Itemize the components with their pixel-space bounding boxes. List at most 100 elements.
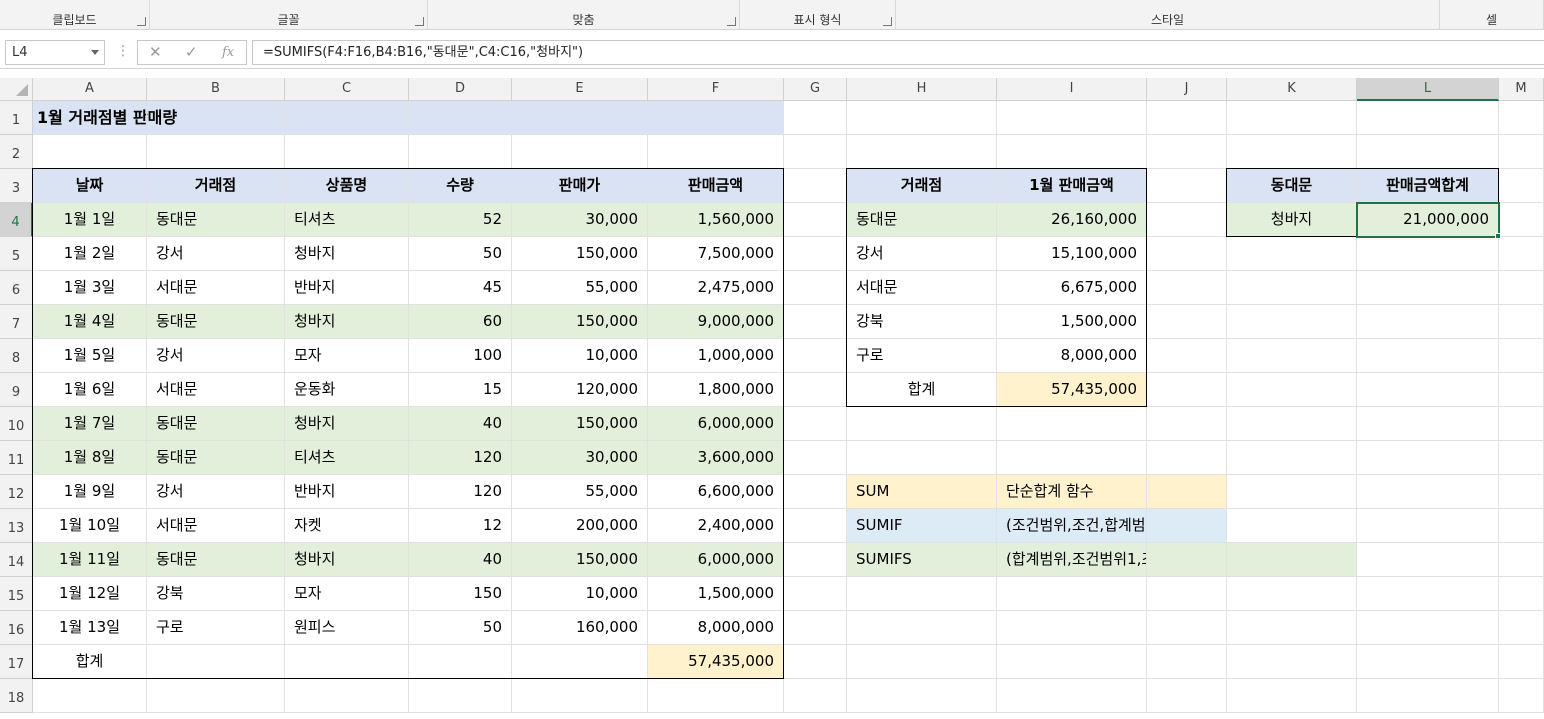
cell-c14[interactable]: 청바지 bbox=[285, 543, 409, 577]
cell-d4[interactable]: 52 bbox=[409, 203, 512, 237]
cell-d8[interactable]: 100 bbox=[409, 339, 512, 373]
cell-c10[interactable]: 청바지 bbox=[285, 407, 409, 441]
cell-e14[interactable]: 150,000 bbox=[512, 543, 648, 577]
cell-a5[interactable]: 1월 2일 bbox=[33, 237, 147, 271]
cell-c11[interactable]: 티셔츠 bbox=[285, 441, 409, 475]
cell-h14[interactable]: SUMIFS bbox=[847, 543, 997, 577]
row-header-6[interactable]: 6 bbox=[0, 271, 33, 305]
row-header-4[interactable]: 4 bbox=[0, 203, 33, 237]
cell-c4[interactable]: 티셔츠 bbox=[285, 203, 409, 237]
cell-f6[interactable]: 2,475,000 bbox=[648, 271, 784, 305]
cell-c15[interactable]: 모자 bbox=[285, 577, 409, 611]
cell-c16[interactable]: 원피스 bbox=[285, 611, 409, 645]
column-header-m[interactable]: M bbox=[1499, 78, 1544, 101]
cell-d3[interactable]: 수량 bbox=[409, 169, 512, 203]
cell-b7[interactable]: 동대문 bbox=[147, 305, 285, 339]
cell-l3[interactable]: 판매금액합계 bbox=[1357, 169, 1499, 203]
cell-d13[interactable]: 12 bbox=[409, 509, 512, 543]
cell-f13[interactable]: 2,400,000 bbox=[648, 509, 784, 543]
row-header-3[interactable]: 3 bbox=[0, 169, 33, 203]
cell-e10[interactable]: 150,000 bbox=[512, 407, 648, 441]
column-header-c[interactable]: C bbox=[285, 78, 409, 101]
cell-a13[interactable]: 1월 10일 bbox=[33, 509, 147, 543]
column-header-l[interactable]: L bbox=[1357, 78, 1499, 101]
cell-a4[interactable]: 1월 1일 bbox=[33, 203, 147, 237]
row-header-12[interactable]: 12 bbox=[0, 475, 33, 509]
select-all-corner[interactable] bbox=[0, 78, 33, 101]
cell-d5[interactable]: 50 bbox=[409, 237, 512, 271]
cell-e17[interactable] bbox=[512, 645, 648, 679]
column-header-g[interactable]: G bbox=[784, 78, 847, 101]
cell-d14[interactable]: 40 bbox=[409, 543, 512, 577]
cell-f4[interactable]: 1,560,000 bbox=[648, 203, 784, 237]
cell-f17[interactable]: 57,435,000 bbox=[648, 645, 784, 679]
cell-a17[interactable]: 합계 bbox=[33, 645, 147, 679]
cell-h12[interactable]: SUM bbox=[847, 475, 997, 509]
cell-b15[interactable]: 강북 bbox=[147, 577, 285, 611]
row-header-13[interactable]: 13 bbox=[0, 509, 33, 543]
active-cell-selection[interactable] bbox=[1356, 202, 1500, 238]
cell-k14[interactable] bbox=[1227, 543, 1357, 577]
row-header-1[interactable]: 1 bbox=[0, 101, 33, 135]
cell-c9[interactable]: 운동화 bbox=[285, 373, 409, 407]
cell-e13[interactable]: 200,000 bbox=[512, 509, 648, 543]
cell-f3[interactable]: 판매금액 bbox=[648, 169, 784, 203]
cell-h4[interactable]: 동대문 bbox=[847, 203, 997, 237]
cell-a9[interactable]: 1월 6일 bbox=[33, 373, 147, 407]
cell-e7[interactable]: 150,000 bbox=[512, 305, 648, 339]
cell-f12[interactable]: 6,600,000 bbox=[648, 475, 784, 509]
cell-a16[interactable]: 1월 13일 bbox=[33, 611, 147, 645]
row-header-17[interactable]: 17 bbox=[0, 645, 33, 679]
cell-b13[interactable]: 서대문 bbox=[147, 509, 285, 543]
row-header-11[interactable]: 11 bbox=[0, 441, 33, 475]
cell-b14[interactable]: 동대문 bbox=[147, 543, 285, 577]
cell-j12[interactable] bbox=[1147, 475, 1227, 509]
row-header-16[interactable]: 16 bbox=[0, 611, 33, 645]
cell-h6[interactable]: 서대문 bbox=[847, 271, 997, 305]
cell-d10[interactable]: 40 bbox=[409, 407, 512, 441]
cell-d6[interactable]: 45 bbox=[409, 271, 512, 305]
cell-k3[interactable]: 동대문 bbox=[1227, 169, 1357, 203]
cell-h5[interactable]: 강서 bbox=[847, 237, 997, 271]
cell-h8[interactable]: 구로 bbox=[847, 339, 997, 373]
worksheet-grid[interactable]: A B C D E F G H I J K L M 1 2 3 4 5 6 7 8 9 10 11 12 13 14 15 16 17 18… bbox=[0, 0, 1544, 713]
cell-i14[interactable]: (합계범위,조건범위1,조건1,조건범위2,조건2,...) bbox=[997, 543, 1315, 577]
cell-b4[interactable]: 동대문 bbox=[147, 203, 285, 237]
cell-d9[interactable]: 15 bbox=[409, 373, 512, 407]
cell-c6[interactable]: 반바지 bbox=[285, 271, 409, 305]
cell-f11[interactable]: 3,600,000 bbox=[648, 441, 784, 475]
cell-d15[interactable]: 150 bbox=[409, 577, 512, 611]
row-header-7[interactable]: 7 bbox=[0, 305, 33, 339]
cell-e9[interactable]: 120,000 bbox=[512, 373, 648, 407]
cell-b10[interactable]: 동대문 bbox=[147, 407, 285, 441]
cell-b9[interactable]: 서대문 bbox=[147, 373, 285, 407]
cell-i7[interactable]: 1,500,000 bbox=[997, 305, 1147, 339]
cell-a14[interactable]: 1월 11일 bbox=[33, 543, 147, 577]
cell-f9[interactable]: 1,800,000 bbox=[648, 373, 784, 407]
cell-a1[interactable]: 1월 거래점별 판매량 bbox=[33, 101, 784, 135]
cell-e15[interactable]: 10,000 bbox=[512, 577, 648, 611]
row-header-2[interactable]: 2 bbox=[0, 135, 33, 169]
cell-d16[interactable]: 50 bbox=[409, 611, 512, 645]
cell-i9[interactable]: 57,435,000 bbox=[997, 373, 1147, 407]
cell-c3[interactable]: 상품명 bbox=[285, 169, 409, 203]
cell-e5[interactable]: 150,000 bbox=[512, 237, 648, 271]
row-header-9[interactable]: 9 bbox=[0, 373, 33, 407]
fill-handle[interactable] bbox=[1495, 233, 1501, 239]
cell-i4[interactable]: 26,160,000 bbox=[997, 203, 1147, 237]
row-header-5[interactable]: 5 bbox=[0, 237, 33, 271]
cell-f15[interactable]: 1,500,000 bbox=[648, 577, 784, 611]
row-header-14[interactable]: 14 bbox=[0, 543, 33, 577]
cell-b3[interactable]: 거래점 bbox=[147, 169, 285, 203]
cell-f7[interactable]: 9,000,000 bbox=[648, 305, 784, 339]
cell-b17[interactable] bbox=[147, 645, 285, 679]
cell-f10[interactable]: 6,000,000 bbox=[648, 407, 784, 441]
cell-b11[interactable]: 동대문 bbox=[147, 441, 285, 475]
cell-f16[interactable]: 8,000,000 bbox=[648, 611, 784, 645]
cell-h3[interactable]: 거래점 bbox=[847, 169, 997, 203]
cell-e8[interactable]: 10,000 bbox=[512, 339, 648, 373]
cell-h7[interactable]: 강북 bbox=[847, 305, 997, 339]
cell-c8[interactable]: 모자 bbox=[285, 339, 409, 373]
cell-d7[interactable]: 60 bbox=[409, 305, 512, 339]
cell-i3[interactable]: 1월 판매금액 bbox=[997, 169, 1147, 203]
